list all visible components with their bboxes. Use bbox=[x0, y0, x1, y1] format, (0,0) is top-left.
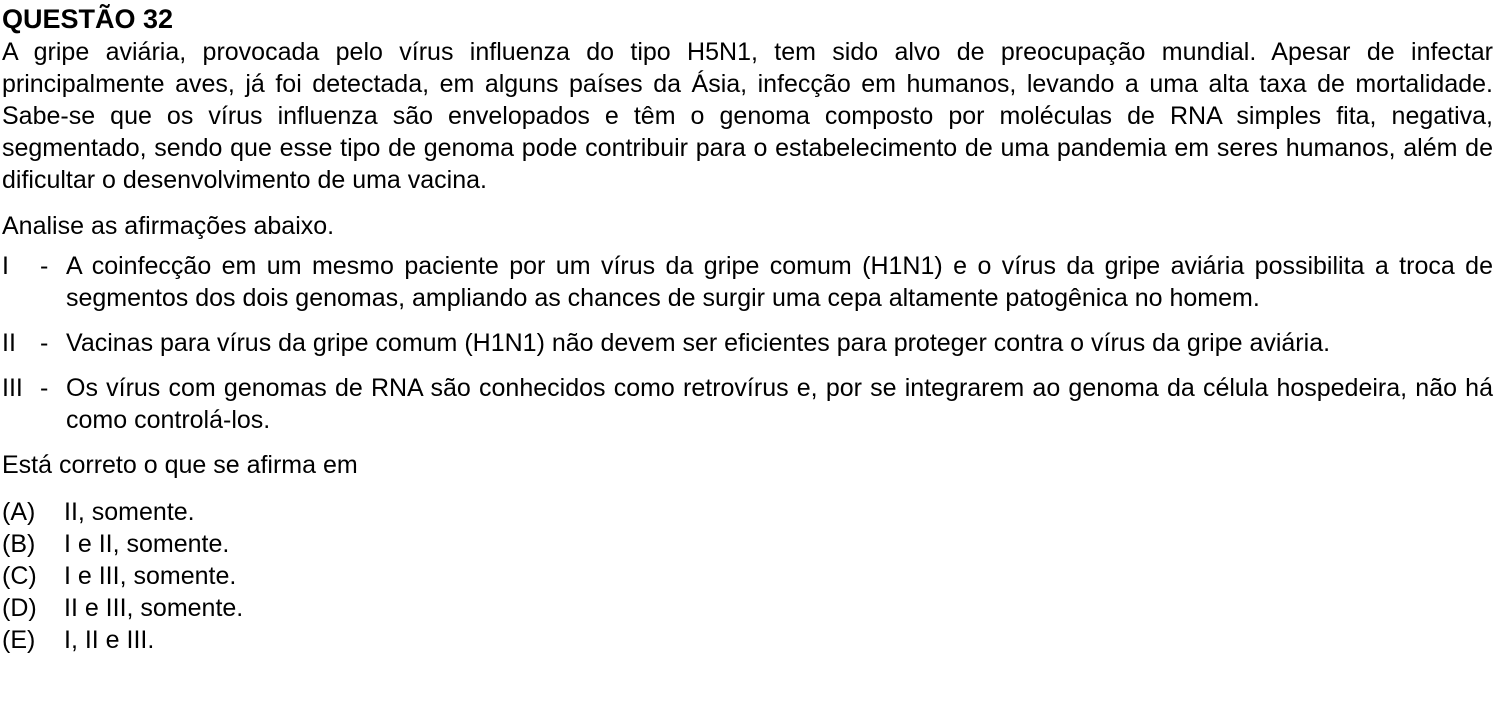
answer-option-b[interactable]: (B) I e II, somente. bbox=[2, 528, 1493, 560]
option-text: I e III, somente. bbox=[64, 562, 237, 590]
option-letter: (B) bbox=[2, 530, 36, 558]
statement-item: II - Vacinas para vírus da gripe comum (… bbox=[2, 327, 1493, 359]
question-prompt: Está correto o que se afirma em bbox=[2, 451, 358, 479]
answer-option-d[interactable]: (D) II e III, somente. bbox=[2, 592, 1493, 624]
statement-item: III - Os vírus com genomas de RNA são co… bbox=[2, 372, 1493, 436]
statement-text: Vacinas para vírus da gripe comum (H1N1)… bbox=[66, 329, 1331, 357]
statement-item: I - A coinfecção em um mesmo paciente po… bbox=[2, 250, 1493, 314]
statement-numeral: II bbox=[2, 329, 16, 357]
option-text: II e III, somente. bbox=[64, 594, 244, 622]
question-intro-paragraph: A gripe aviária, provocada pelo vírus in… bbox=[2, 38, 1493, 194]
answer-option-c[interactable]: (C) I e III, somente. bbox=[2, 560, 1493, 592]
option-text: II, somente. bbox=[64, 498, 195, 526]
answer-options: (A) II, somente. (B) I e II, somente. (C… bbox=[2, 496, 1493, 656]
question-title: QUESTÃO 32 bbox=[2, 4, 174, 34]
answer-option-a[interactable]: (A) II, somente. bbox=[2, 496, 1493, 528]
question-instruction: Analise as afirmações abaixo. bbox=[2, 212, 335, 240]
option-text: I, II e III. bbox=[64, 626, 155, 654]
statement-list: I - A coinfecção em um mesmo paciente po… bbox=[2, 250, 1493, 436]
statement-dash: - bbox=[40, 374, 49, 402]
option-letter: (D) bbox=[2, 594, 37, 622]
option-text: I e II, somente. bbox=[64, 530, 230, 558]
exam-question-page: QUESTÃO 32 A gripe aviária, provocada pe… bbox=[0, 0, 1497, 715]
statement-text: Os vírus com genomas de RNA são conhecid… bbox=[66, 374, 1493, 434]
statement-dash: - bbox=[40, 252, 49, 280]
option-letter: (C) bbox=[2, 562, 37, 590]
statement-numeral: III bbox=[2, 374, 23, 402]
option-letter: (A) bbox=[2, 498, 36, 526]
answer-option-e[interactable]: (E) I, II e III. bbox=[2, 624, 1493, 656]
statement-dash: - bbox=[40, 329, 49, 357]
statement-text: A coinfecção em um mesmo paciente por um… bbox=[66, 252, 1493, 312]
statement-numeral: I bbox=[2, 252, 9, 280]
option-letter: (E) bbox=[2, 626, 36, 654]
